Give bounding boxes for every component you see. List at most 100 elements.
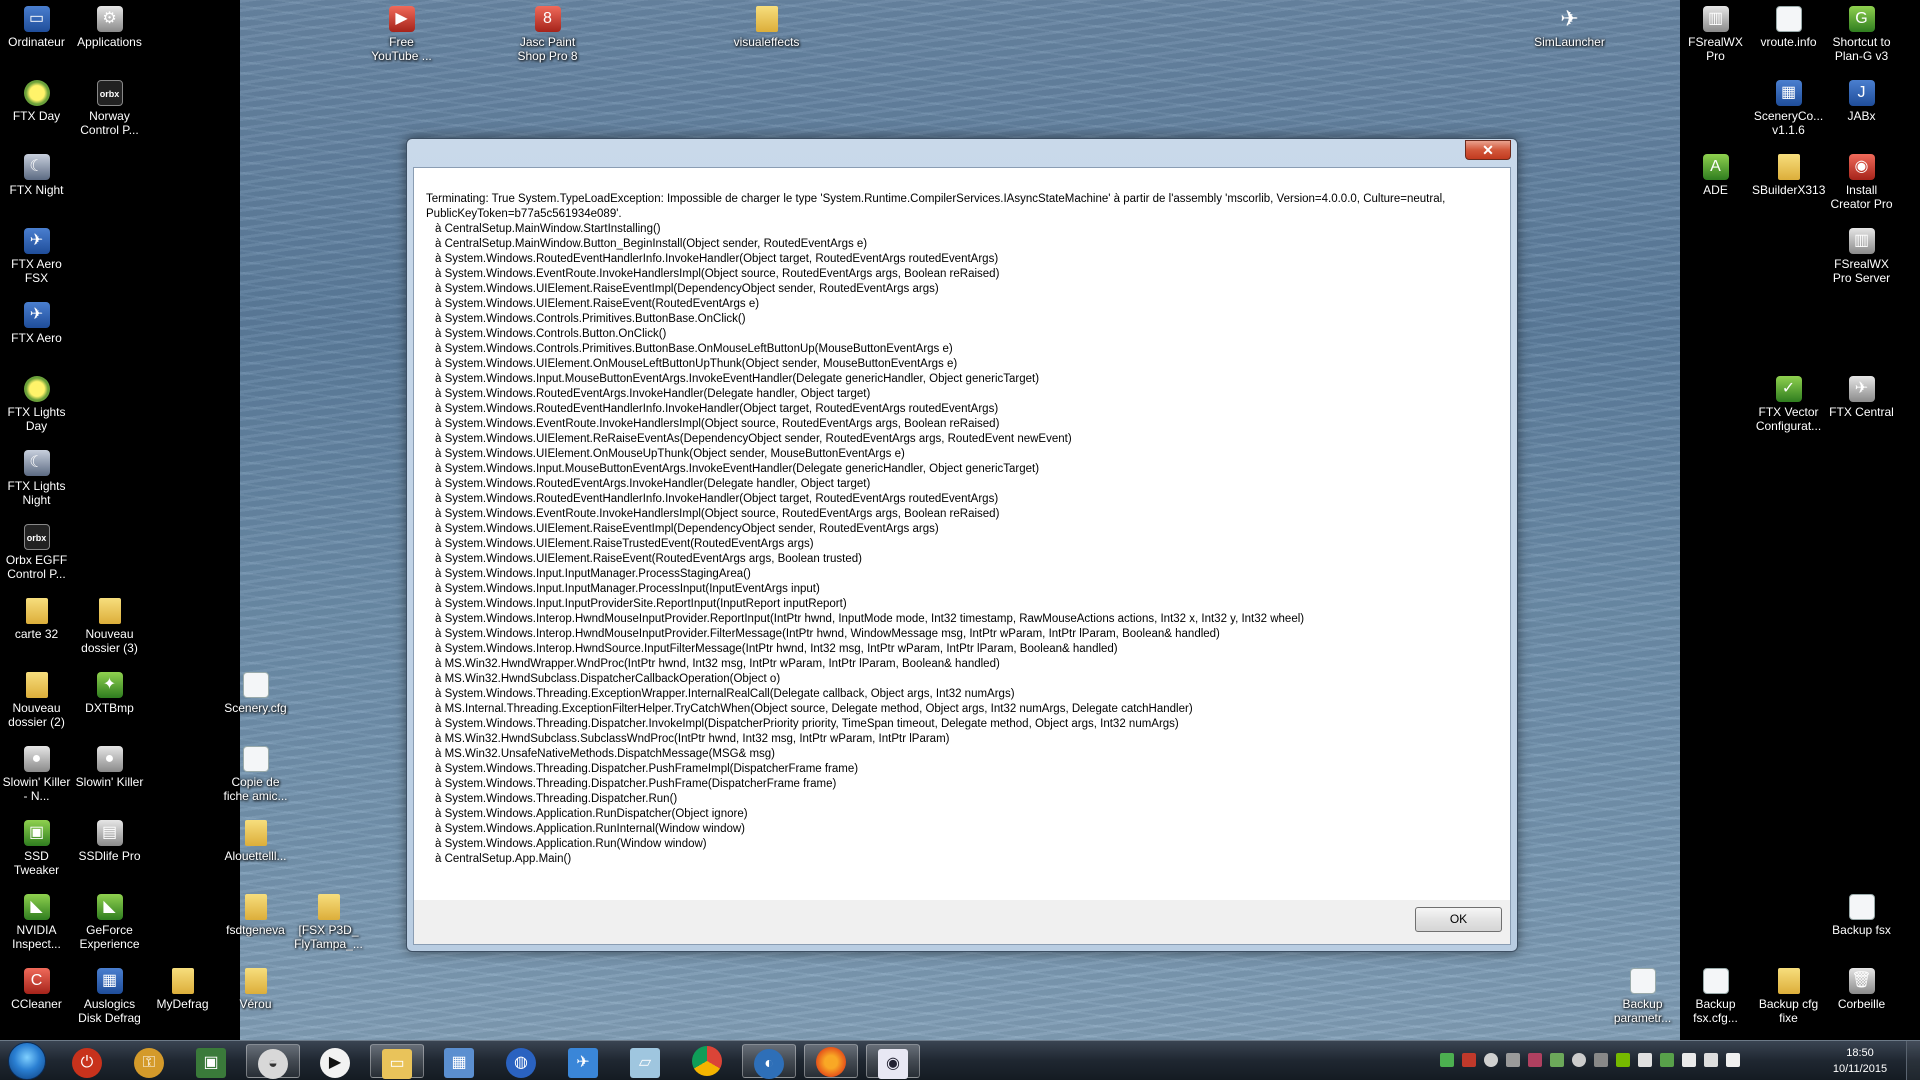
tray-icon-app[interactable] (1660, 1053, 1674, 1067)
taskbar-app-firefox[interactable] (804, 1044, 858, 1078)
stack-frame: à System.Windows.EventRoute.InvokeHandle… (435, 418, 1000, 430)
desktop-icon-ftx-day[interactable]: FTX Day (0, 74, 73, 123)
taskbar-pin-keys[interactable]: ⚿ (122, 1044, 176, 1078)
tray-icon-signal[interactable] (1704, 1053, 1718, 1067)
desktop-icon-visualeffects[interactable]: visualeffects (730, 0, 803, 49)
tray-icon-app[interactable] (1462, 1053, 1476, 1067)
taskbar-pin-cmd[interactable]: ▣ (184, 1044, 238, 1078)
stack-frame: à CentralSetup.MainWindow.Button_BeginIn… (435, 238, 868, 250)
clock[interactable]: 18:50 10/11/2015 (1824, 1045, 1896, 1077)
desktop-icon-mydefrag[interactable]: MyDefrag (146, 962, 219, 1011)
jabx-icon: J (1848, 80, 1875, 106)
stack-frame: à System.Windows.Threading.Dispatcher.Ru… (435, 793, 678, 805)
desktop-icon-sbuilder[interactable]: SBuilderX313 (1752, 148, 1825, 197)
desktop-icon-copie-fiche[interactable]: Copie de fiche amic... (219, 740, 292, 803)
desktop-icon-ftx-central[interactable]: ✈ FTX Central (1825, 370, 1898, 419)
desktop-icon-slowin-killer[interactable]: ● Slowin' Killer (73, 740, 146, 789)
desktop-icon-ftx-night[interactable]: ☾ FTX Night (0, 148, 73, 197)
desktop-icon-ftx-vector[interactable]: ✓ FTX Vector Configurat... (1752, 370, 1825, 433)
desktop-icon-nouveau-dossier-2[interactable]: Nouveau dossier (2) (0, 666, 73, 729)
desktop-icon-alouette[interactable]: Alouettelll... (219, 814, 292, 863)
desktop-icon-backup-fsx[interactable]: Backup fsx (1825, 888, 1898, 937)
stack-frame: à MS.Win32.HwndWrapper.WndProc(IntPtr hw… (435, 658, 1000, 670)
desktop-icon-applications[interactable]: ⚙ Applications (73, 0, 146, 49)
show-desktop-button[interactable] (1906, 1041, 1920, 1080)
desktop-icon-ssdlife[interactable]: ▤ SSDlife Pro (73, 814, 146, 863)
tray-icon-airplane[interactable] (1506, 1053, 1520, 1067)
tray-icon-app[interactable] (1638, 1053, 1652, 1067)
desktop-icon-geforce[interactable]: ◣ GeForce Experience (73, 888, 146, 951)
desktop-icon-ftx-aero[interactable]: ✈ FTX Aero (0, 296, 73, 345)
tray-icon-network[interactable] (1440, 1053, 1454, 1067)
desktop-icon-ade[interactable]: A ADE (1679, 148, 1752, 197)
desktop-icon-norway[interactable]: orbx Norway Control P... (73, 74, 146, 137)
stack-frame: à System.Windows.RoutedEventHandlerInfo.… (435, 493, 999, 505)
desktop-icon-fsdtgeneva[interactable]: fsdtgeneva (219, 888, 292, 937)
desktop-icon-fsrealwx-server[interactable]: ▥ FSrealWX Pro Server (1825, 222, 1898, 285)
desktop-icon-ftx-lights-night[interactable]: ☾ FTX Lights Night (0, 444, 73, 507)
taskbar-app-explorer[interactable]: ▭ (370, 1044, 424, 1079)
desktop-icon-jabx[interactable]: J JABx (1825, 74, 1898, 123)
desktop-icon-carte32[interactable]: carte 32 (0, 592, 73, 641)
desktop-icon-backup-cfg-fixe[interactable]: Backup cfg fixe (1752, 962, 1825, 1025)
desktop-icon-dxtbmp[interactable]: ✦ DXTBmp (73, 666, 146, 715)
close-button[interactable]: ✕ (1465, 140, 1511, 160)
ssd-tweaker-icon: ▣ (23, 820, 50, 846)
stack-frame: à MS.Win32.HwndSubclass.DispatcherCallba… (435, 673, 781, 685)
desktop-icon-nvidia[interactable]: ◣ NVIDIA Inspect... (0, 888, 73, 951)
applications-icon: ⚙ (96, 6, 123, 32)
desktop-icon-fsx-p3d[interactable]: [FSX P3D_ FlyTampa_... (292, 888, 365, 951)
tray-icon-nvidia[interactable] (1616, 1053, 1630, 1067)
taskbar-app-fsuipc[interactable]: ◐ (742, 1044, 796, 1079)
desktop-icon-auslogics[interactable]: ▦ Auslogics Disk Defrag (73, 962, 146, 1025)
taskbar-app-ftx-central[interactable]: ◉ (866, 1044, 920, 1079)
airplane-icon: ✈ (568, 1048, 598, 1078)
desktop-icon-free-youtube[interactable]: ▶ Free YouTube ... (365, 0, 438, 63)
tray-icon-app[interactable] (1594, 1053, 1608, 1067)
ok-button[interactable]: OK (1415, 907, 1502, 932)
desktop-icon-fsrealwx-pro[interactable]: ▥ FSrealWX Pro (1679, 0, 1752, 63)
desktop-icon-install-creator[interactable]: ◉ Install Creator Pro (1825, 148, 1898, 211)
tray-icon-app[interactable] (1528, 1053, 1542, 1067)
stack-frame: à System.Windows.Interop.HwndMouseInputP… (435, 628, 1220, 640)
desktop-icon-ftx-lights-day[interactable]: FTX Lights Day (0, 370, 73, 433)
taskbar-pin-notepad[interactable]: ▱ (618, 1044, 672, 1078)
start-button[interactable] (8, 1042, 46, 1080)
taskbar-pin-chrome[interactable] (680, 1044, 734, 1078)
exception-message: Terminating: True System.TypeLoadExcepti… (414, 168, 1510, 900)
tray-icon-volume[interactable] (1726, 1053, 1740, 1067)
desktop-icon-slowin-killer-n[interactable]: ● Slowin' Killer - N... (0, 740, 73, 803)
taskbar-pin-media[interactable]: ▶ (308, 1044, 362, 1078)
taskbar-pin-control[interactable]: ▦ (432, 1044, 486, 1078)
desktop-icon-nouveau-dossier-3[interactable]: Nouveau dossier (3) (73, 592, 146, 655)
desktop-icon-orbx-egff[interactable]: orbx Orbx EGFF Control P... (0, 518, 73, 581)
taskbar-pin-fsx[interactable]: ✈ (556, 1044, 610, 1078)
tray-icon-flag[interactable] (1682, 1053, 1696, 1067)
stack-frame: à System.Windows.UIElement.ReRaiseEventA… (435, 433, 1072, 445)
desktop-icon-scenery-cfg[interactable]: Scenery.cfg (219, 666, 292, 715)
desktop-icon-shortcut-plan-g[interactable]: G Shortcut to Plan-G v3 (1825, 0, 1898, 63)
desktop-icon-computer[interactable]: ▭ Ordinateur (0, 0, 73, 49)
desktop-icon-recycle-bin[interactable]: 🗑 Corbeille (1825, 962, 1898, 1011)
desktop-icon-vroute[interactable]: vroute.info (1752, 0, 1825, 49)
tray-icon-app[interactable] (1484, 1053, 1498, 1067)
desktop-icon-sceneryco[interactable]: ▦ SceneryCo... v1.1.6 (1752, 74, 1825, 137)
desktop-icon-backup-fsx-cfg[interactable]: Backup fsx.cfg... (1679, 962, 1752, 1025)
orbx-icon: orbx (23, 524, 50, 550)
taskbar-app-setup[interactable]: ◒ (246, 1044, 300, 1079)
desktop-icon-ftx-aero-fsx[interactable]: ✈ FTX Aero FSX (0, 222, 73, 285)
desktop-icon-simlauncher[interactable]: ✈ SimLauncher (1533, 0, 1606, 49)
taskbar-pin-shutdown[interactable]: ⏻ (60, 1044, 114, 1078)
desktop-icon-ccleaner[interactable]: C CCleaner (0, 962, 73, 1011)
stack-frame: à System.Windows.Input.InputManager.Proc… (435, 583, 820, 595)
desktop-icon-verou[interactable]: Vérou (219, 962, 292, 1011)
taskbar-pin-earth[interactable]: ◍ (494, 1044, 548, 1078)
desktop-icon-backup-param[interactable]: Backup parametr... (1606, 962, 1679, 1025)
sun-icon (23, 376, 50, 402)
tray-icon-app[interactable] (1550, 1053, 1564, 1067)
stack-frame: à System.Windows.UIElement.RaiseEvent(Ro… (435, 298, 760, 310)
tray-icon-app[interactable] (1572, 1053, 1586, 1067)
desktop-icon-ssd-tweaker[interactable]: ▣ SSD Tweaker (0, 814, 73, 877)
stack-frame: à System.Windows.UIElement.RaiseEventImp… (435, 283, 939, 295)
desktop-icon-jasc[interactable]: 8 Jasc Paint Shop Pro 8 (511, 0, 584, 63)
